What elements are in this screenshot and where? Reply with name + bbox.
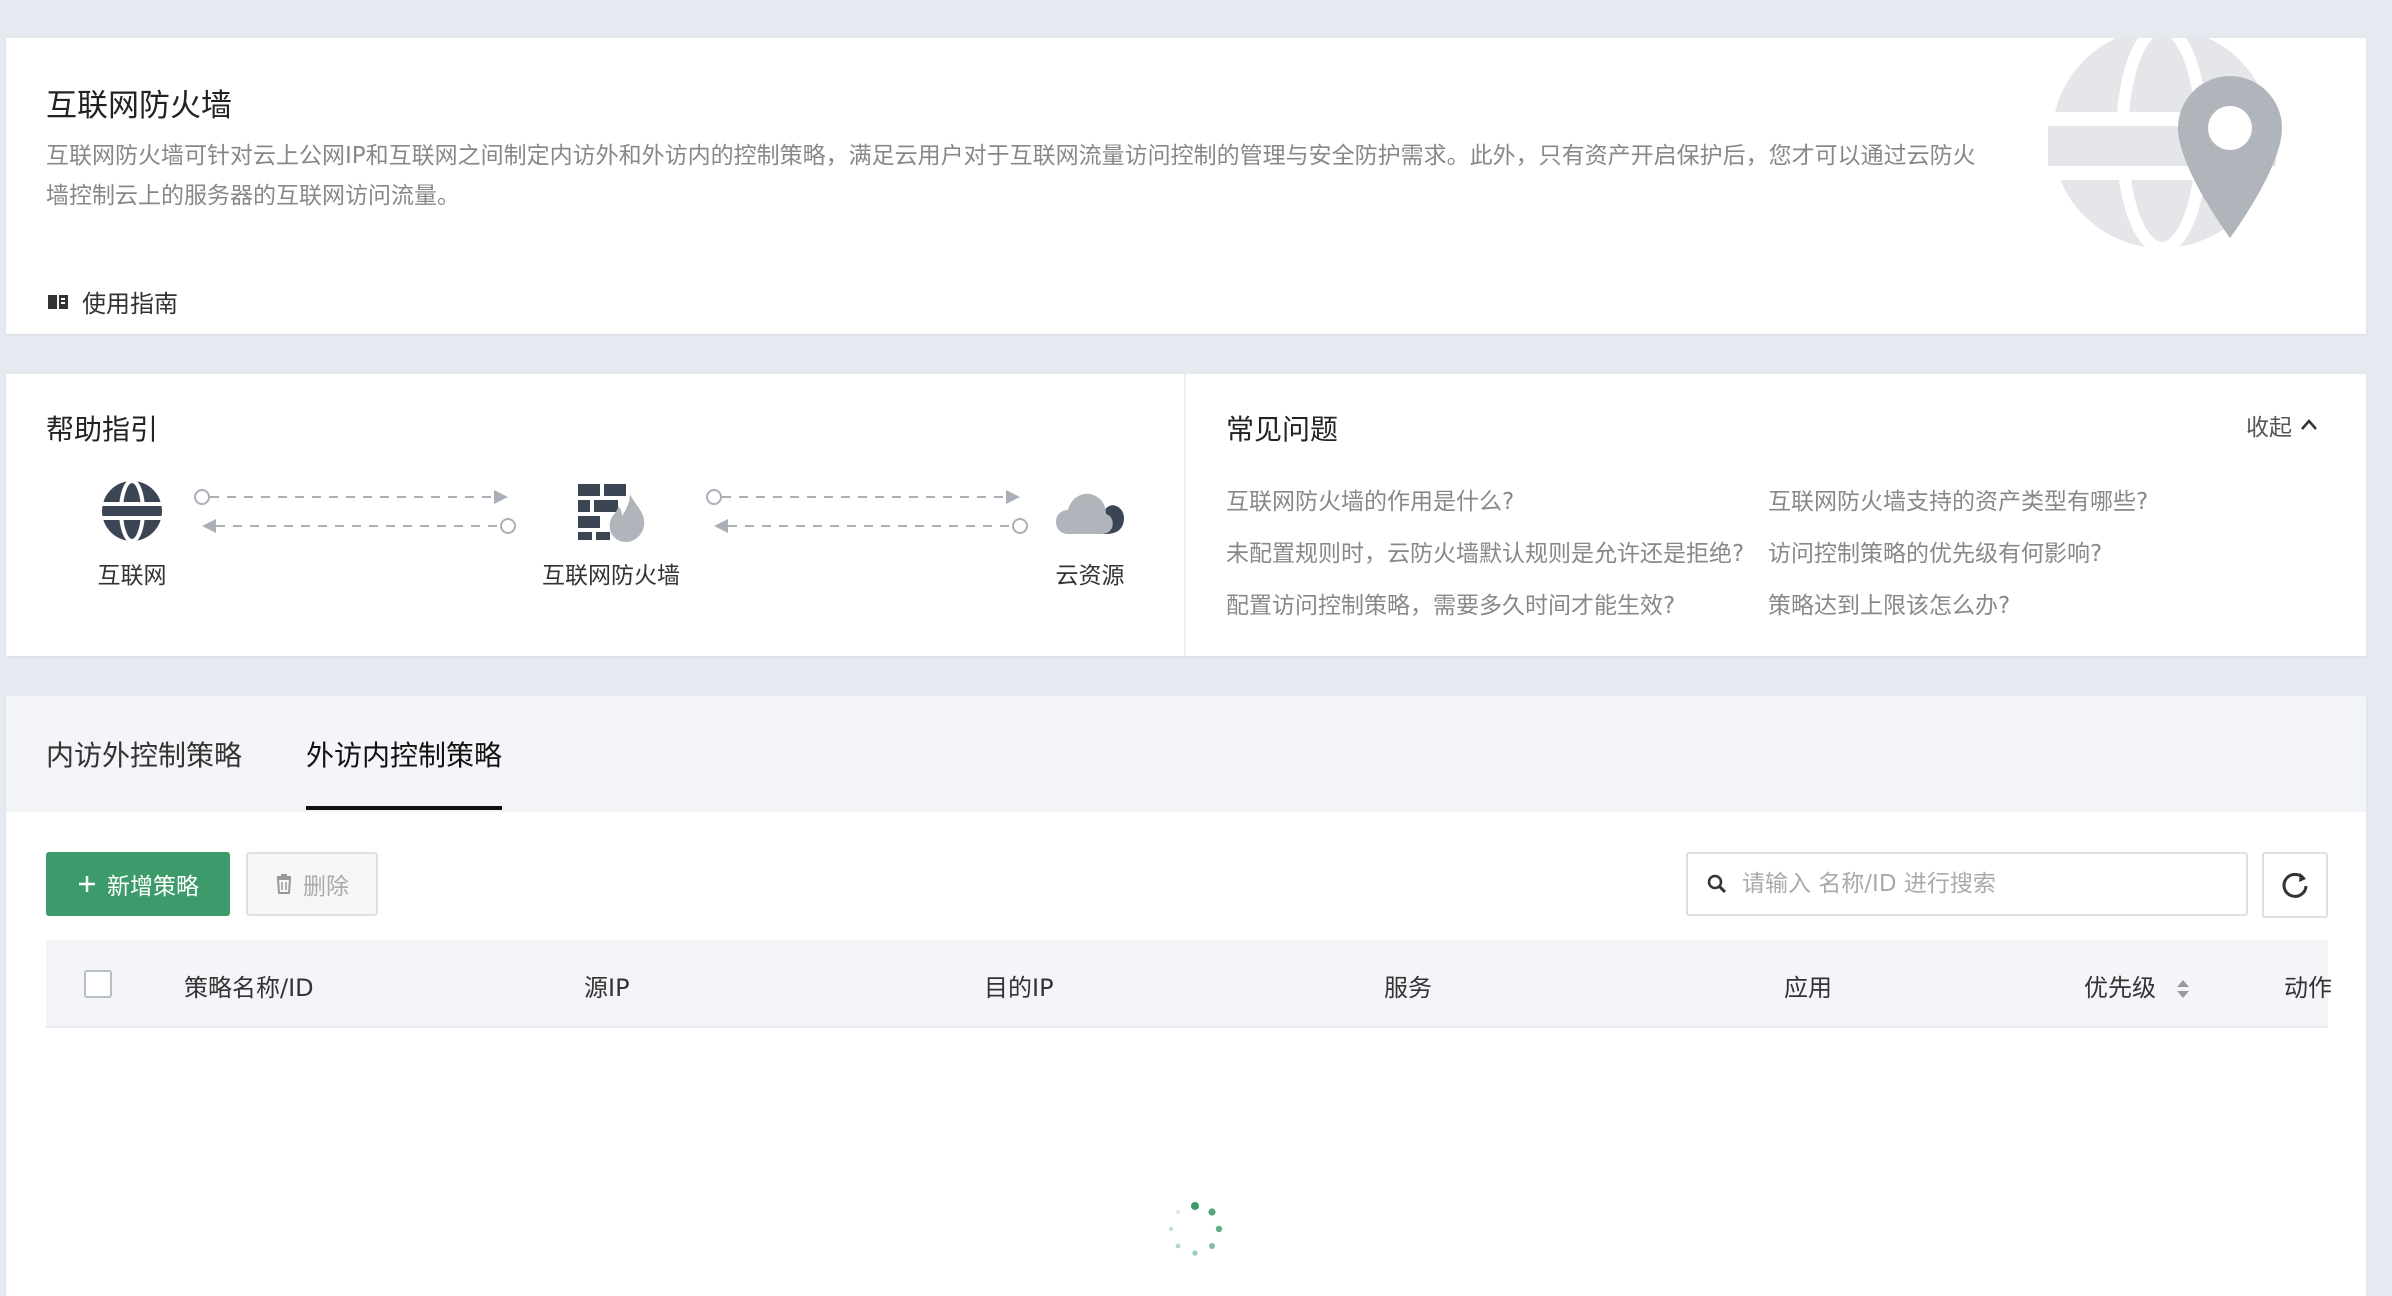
- refresh-button[interactable]: [2262, 852, 2328, 918]
- search-icon: [1707, 874, 1727, 894]
- column-header-priority[interactable]: 优先级: [2084, 968, 2190, 1003]
- loading-spinner-icon: [1168, 1202, 1223, 1256]
- flow-node-internet: 互联网: [62, 480, 202, 590]
- faq-item[interactable]: 策略达到上限该怎么办?: [1768, 586, 2010, 620]
- column-header-source-ip: 源IP: [584, 974, 630, 1002]
- firewall-icon: [578, 484, 645, 542]
- flow-label-cloud: 云资源: [1055, 563, 1125, 589]
- delete-button[interactable]: 删除: [246, 852, 378, 916]
- page-title: 互联网防火墙: [46, 88, 232, 124]
- tab-outbound-policy[interactable]: 内访外控制策略: [46, 734, 242, 774]
- guide-link-label: 使用指南: [82, 290, 178, 318]
- faq-item[interactable]: 配置访问控制策略，需要多久时间才能生效?: [1226, 586, 1675, 620]
- faq-item[interactable]: 互联网防火墙支持的资产类型有哪些?: [1768, 482, 2148, 516]
- faq-item[interactable]: 未配置规则时，云防火墙默认规则是允许还是拒绝?: [1226, 534, 1744, 568]
- sort-icon[interactable]: [2176, 978, 2190, 1000]
- globe-pin-illustration: [2042, 38, 2282, 254]
- add-policy-label: 新增策略: [107, 874, 199, 900]
- flow-node-cloud: 云资源: [1030, 480, 1150, 590]
- tab-inbound-policy[interactable]: 外访内控制策略: [306, 734, 502, 774]
- tab-bar: 内访外控制策略 外访内控制策略: [6, 696, 2366, 812]
- column-header-action: 动作: [2284, 974, 2332, 1002]
- faq-item[interactable]: 互联网防火墙的作用是什么?: [1226, 482, 1514, 516]
- help-card: 帮助指引 互联网 互联网防火墙 云资源 常见问题 收起 互联网防火墙的作用是什么…: [6, 374, 2366, 656]
- trash-icon: [276, 874, 292, 894]
- collapse-label: 收起: [2246, 415, 2292, 441]
- cloud-icon: [1056, 493, 1124, 534]
- flow-label-firewall: 互联网防火墙: [542, 563, 680, 589]
- collapse-toggle[interactable]: 收起: [2246, 408, 2318, 442]
- select-all-checkbox[interactable]: [84, 970, 112, 998]
- column-header-name: 策略名称/ID: [184, 974, 314, 1002]
- faq-item[interactable]: 访问控制策略的优先级有何影响?: [1768, 534, 2102, 568]
- delete-label: 删除: [303, 874, 349, 900]
- policy-card: 内访外控制策略 外访内控制策略 新增策略 删除 策略名称/ID: [6, 696, 2366, 1296]
- help-title: 帮助指引: [46, 413, 159, 446]
- guide-link[interactable]: 使用指南: [46, 284, 178, 319]
- flow-arrows-right: [706, 489, 1028, 534]
- book-icon: [48, 294, 68, 309]
- flow-arrows-left: [194, 489, 516, 534]
- table-header: 策略名称/ID 源IP 目的IP 服务 应用 优先级 动作: [46, 940, 2332, 1028]
- flow-label-internet: 互联网: [97, 563, 167, 589]
- column-header-dest-ip: 目的IP: [984, 974, 1054, 1002]
- flow-node-firewall: 互联网防火墙: [526, 480, 696, 590]
- help-divider: [1184, 374, 1186, 656]
- faq-title: 常见问题: [1226, 413, 1339, 446]
- active-tab-indicator: [306, 806, 502, 810]
- chevron-up-icon: [2301, 419, 2317, 430]
- column-header-service: 服务: [1384, 974, 1432, 1002]
- search-box[interactable]: [1686, 852, 2248, 916]
- intro-description: 互联网防火墙可针对云上公网IP和互联网之间制定内访外和外访内的控制策略，满足云用…: [46, 143, 1976, 209]
- search-input[interactable]: [1742, 871, 2222, 897]
- priority-label: 优先级: [2084, 974, 2156, 1002]
- intro-card: 互联网防火墙 互联网防火墙可针对云上公网IP和互联网之间制定内访外和外访内的控制…: [6, 38, 2366, 334]
- globe-icon: [101, 480, 163, 542]
- column-header-application: 应用: [1784, 974, 1832, 1002]
- add-policy-button[interactable]: 新增策略: [46, 852, 230, 916]
- refresh-icon: [2282, 872, 2308, 898]
- plus-icon: [79, 876, 95, 892]
